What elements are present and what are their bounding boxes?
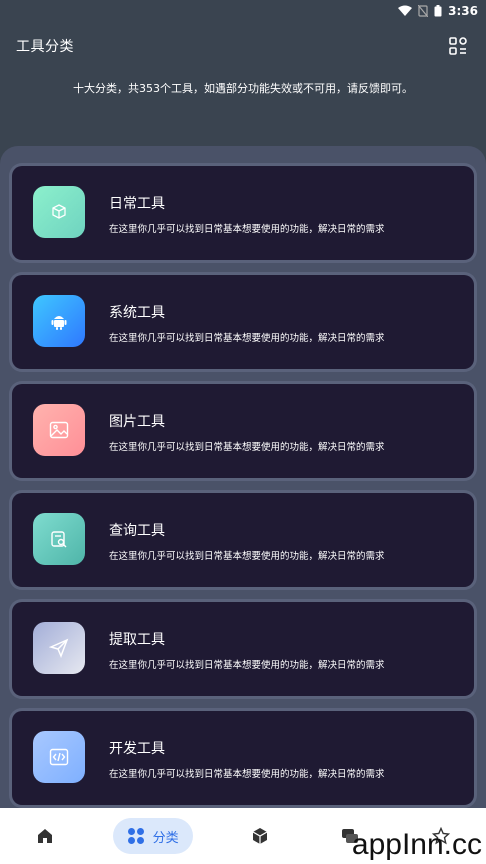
clock: 3:36 (448, 4, 478, 18)
category-icon (127, 828, 144, 844)
card-description: 在这里你几乎可以找到日常基本想要使用的功能，解决日常的需求 (109, 333, 385, 344)
category-card-system[interactable]: 系统工具 在这里你几乎可以找到日常基本想要使用的功能，解决日常的需求 (12, 275, 474, 369)
watermark: appInn.cc (351, 828, 482, 861)
category-card-daily[interactable]: 日常工具 在这里你几乎可以找到日常基本想要使用的功能，解决日常的需求 (12, 166, 474, 260)
summary-text: 十大分类，共353个工具，如遇部分功能失效或不可用，请反馈即可。 (73, 82, 413, 95)
battery-icon (434, 5, 442, 17)
layout-toggle-button[interactable] (446, 34, 470, 58)
category-card-dev[interactable]: 开发工具 在这里你几乎可以找到日常基本想要使用的功能，解决日常的需求 (12, 711, 474, 805)
card-title: 系统工具 (109, 305, 165, 321)
card-title: 开发工具 (109, 741, 165, 757)
code-icon (33, 731, 85, 783)
nav-tools[interactable] (237, 818, 283, 854)
status-bar: 3:36 (0, 0, 486, 22)
cube-icon (252, 828, 268, 844)
page-title: 工具分类 (16, 39, 74, 55)
android-icon (33, 295, 85, 347)
app-header: 工具分类 (0, 30, 486, 62)
nav-category-label: 分类 (152, 830, 179, 846)
nav-category[interactable]: 分类 (112, 818, 193, 854)
category-list: 日常工具 在这里你几乎可以找到日常基本想要使用的功能，解决日常的需求 系统工具 … (0, 146, 486, 808)
nav-home[interactable] (22, 818, 68, 854)
category-card-query[interactable]: 查询工具 在这里你几乎可以找到日常基本想要使用的功能，解决日常的需求 (12, 493, 474, 587)
card-title: 日常工具 (109, 196, 165, 212)
home-icon (38, 829, 53, 843)
card-title: 图片工具 (109, 414, 165, 430)
grid-list-icon (449, 37, 467, 55)
cube-icon (33, 186, 85, 238)
category-card-extract[interactable]: 提取工具 在这里你几乎可以找到日常基本想要使用的功能，解决日常的需求 (12, 602, 474, 696)
card-description: 在这里你几乎可以找到日常基本想要使用的功能，解决日常的需求 (109, 224, 385, 235)
image-icon (33, 404, 85, 456)
category-card-image[interactable]: 图片工具 在这里你几乎可以找到日常基本想要使用的功能，解决日常的需求 (12, 384, 474, 478)
search-doc-icon (33, 513, 85, 565)
card-description: 在这里你几乎可以找到日常基本想要使用的功能，解决日常的需求 (109, 660, 385, 671)
send-icon (33, 622, 85, 674)
no-sim-icon (418, 5, 429, 17)
card-description: 在这里你几乎可以找到日常基本想要使用的功能，解决日常的需求 (109, 551, 385, 562)
card-description: 在这里你几乎可以找到日常基本想要使用的功能，解决日常的需求 (109, 769, 385, 780)
wifi-icon (398, 5, 413, 16)
card-title: 查询工具 (109, 523, 165, 539)
card-title: 提取工具 (109, 632, 165, 648)
card-description: 在这里你几乎可以找到日常基本想要使用的功能，解决日常的需求 (109, 442, 385, 453)
